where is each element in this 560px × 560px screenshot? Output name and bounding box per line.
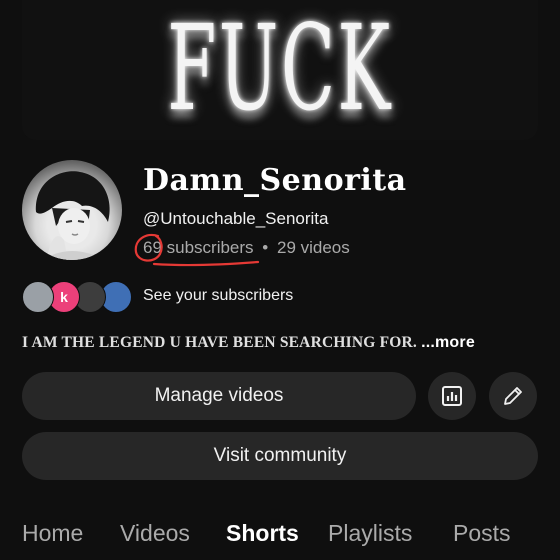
- channel-tabs: Home Videos Shorts Playlists Posts: [22, 520, 560, 560]
- manage-videos-button[interactable]: Manage videos: [22, 372, 416, 420]
- channel-handle: @Untouchable_Senorita: [143, 209, 329, 228]
- channel-avatar[interactable]: [22, 160, 122, 260]
- tab-videos[interactable]: Videos: [120, 520, 190, 547]
- channel-banner: FUCK YOU: [22, 0, 538, 140]
- edit-channel-button[interactable]: [489, 372, 537, 420]
- tab-shorts[interactable]: Shorts: [226, 520, 299, 547]
- analytics-button[interactable]: [428, 372, 476, 420]
- subscriber-count: 69 subscribers: [143, 238, 254, 257]
- visit-community-button[interactable]: Visit community: [22, 432, 538, 480]
- bio-text: I AM THE LEGEND U HAVE BEEN SEARCHING FO…: [22, 334, 417, 351]
- visit-community-label: Visit community: [213, 445, 347, 466]
- analytics-icon: [442, 386, 462, 406]
- tab-posts[interactable]: Posts: [453, 520, 511, 547]
- subscriber-avatar: [22, 281, 54, 313]
- stats-separator: •: [262, 238, 269, 257]
- avatar-artwork: [35, 171, 110, 260]
- banner-text: FUCK YOU: [167, 0, 393, 140]
- video-count: 29 videos: [276, 238, 350, 257]
- channel-name: Damn_Senorita: [143, 163, 407, 198]
- pencil-icon: [504, 387, 522, 405]
- tab-playlists[interactable]: Playlists: [328, 520, 412, 547]
- channel-description[interactable]: I AM THE LEGEND U HAVE BEEN SEARCHING FO…: [22, 334, 475, 352]
- manage-videos-label: Manage videos: [154, 385, 284, 406]
- see-subscribers-link[interactable]: See your subscribers: [143, 287, 293, 305]
- tab-home[interactable]: Home: [22, 520, 83, 547]
- channel-stats: 69 subscribers • 29 videos: [143, 238, 350, 258]
- more-link[interactable]: ...more: [421, 334, 475, 351]
- subscriber-avatars[interactable]: k: [22, 281, 132, 313]
